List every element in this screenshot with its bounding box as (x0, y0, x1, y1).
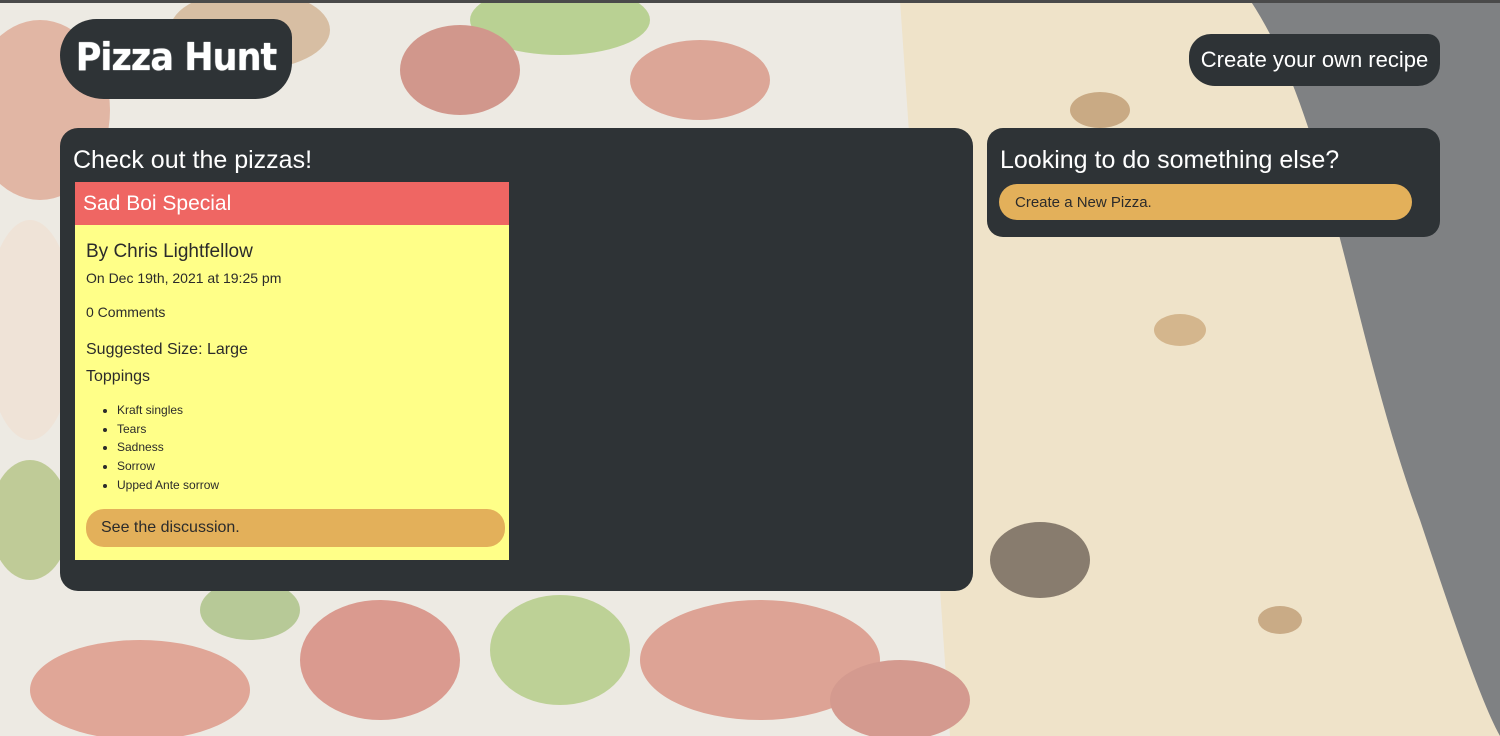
pizza-list-title: Check out the pizzas! (73, 146, 313, 174)
sidebar-panel: Looking to do something else? Create a N… (987, 128, 1440, 237)
pizza-date: On Dec 19th, 2021 at 19:25 pm (86, 270, 282, 286)
create-new-pizza-button[interactable]: Create a New Pizza. (999, 184, 1412, 220)
toppings-heading: Toppings (86, 368, 151, 385)
topping-item: Sadness (117, 438, 219, 457)
pizza-card: Sad Boi Special By Chris Lightfellow On … (75, 182, 509, 560)
create-recipe-link[interactable]: Create your own recipe (1189, 34, 1440, 86)
pizza-author: By Chris Lightfellow (86, 241, 253, 262)
logo-text: Pizza Hunt (75, 35, 278, 79)
toppings-list: Kraft singles Tears Sadness Sorrow Upped… (86, 401, 219, 494)
sidebar-title: Looking to do something else? (1000, 146, 1340, 174)
pizza-size: Suggested Size: Large (86, 341, 248, 358)
top-border (0, 0, 1500, 3)
pizza-list-panel: Check out the pizzas! Sad Boi Special By… (60, 128, 973, 591)
logo[interactable]: Pizza Hunt (60, 19, 292, 99)
topping-item: Kraft singles (117, 401, 219, 420)
topping-item: Sorrow (117, 457, 219, 476)
topping-item: Tears (117, 420, 219, 439)
see-discussion-button[interactable]: See the discussion. (86, 509, 505, 547)
pizza-comments-count: 0 Comments (86, 304, 166, 320)
pizza-name: Sad Boi Special (75, 182, 509, 225)
topping-item: Upped Ante sorrow (117, 476, 219, 495)
